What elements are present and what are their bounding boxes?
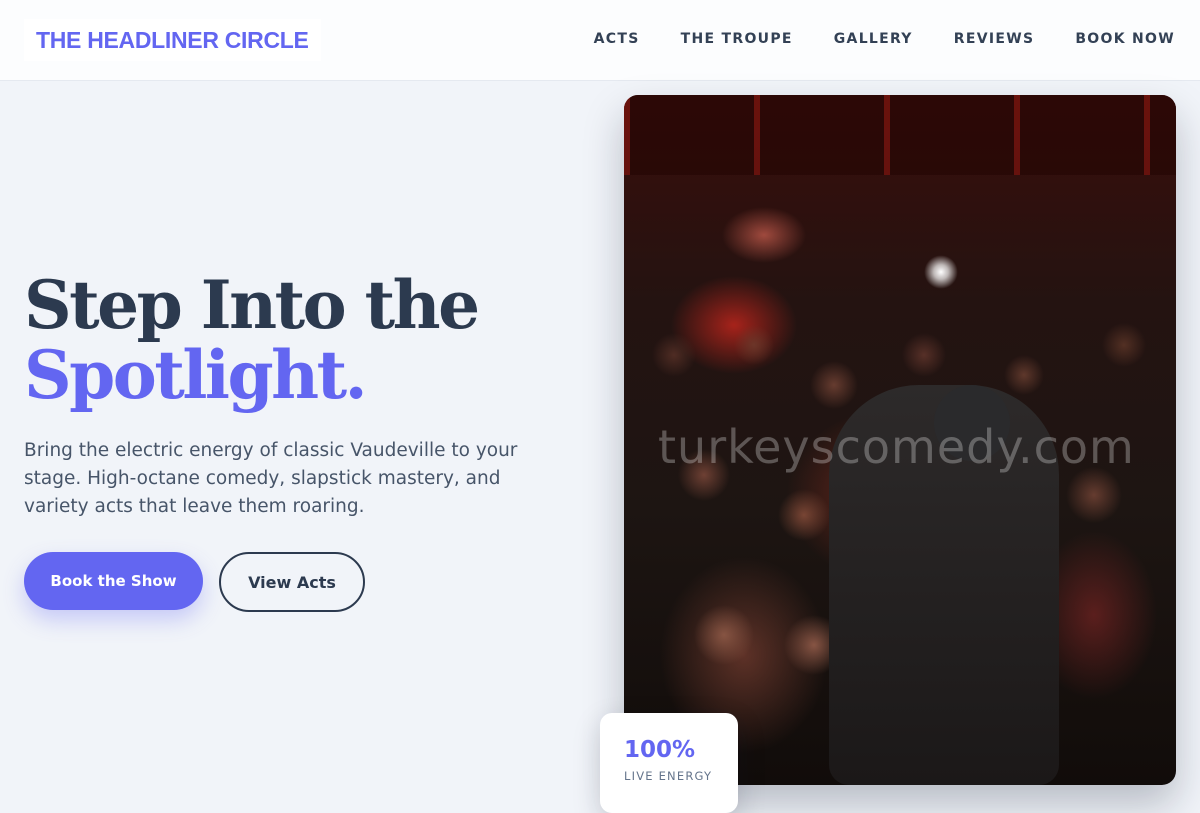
photo-stage-rafters (624, 95, 1176, 175)
nav-link-acts[interactable]: ACTS (594, 30, 640, 48)
nav-link-the-troupe[interactable]: THE TROUPE (681, 30, 793, 48)
hero-photo: turkeyscomedy.com (624, 95, 1176, 785)
view-acts-button[interactable]: View Acts (219, 552, 365, 612)
photo-phone-light (924, 255, 958, 289)
hero-title-line1: Step Into the (24, 266, 480, 344)
nav-links: ACTS THE TROUPE GALLERY REVIEWS BOOK NOW (594, 30, 1175, 48)
brand-logo[interactable]: THE HEADLINER CIRCLE (24, 19, 321, 61)
stat-label: LIVE ENERGY (624, 769, 713, 783)
book-the-show-button[interactable]: Book the Show (24, 552, 203, 610)
hero-title-accent: Spotlight. (24, 336, 368, 414)
hero-subtitle: Bring the electric energy of classic Vau… (24, 440, 518, 517)
top-navigation: THE HEADLINER CIRCLE ACTS THE TROUPE GAL… (0, 0, 1200, 81)
nav-link-reviews[interactable]: REVIEWS (954, 30, 1035, 48)
photo-watermark: turkeyscomedy.com (658, 420, 1135, 474)
hero-title: Step Into the Spotlight. (24, 266, 480, 414)
stat-value: 100% (624, 737, 696, 763)
nav-link-book-now[interactable]: BOOK NOW (1075, 30, 1175, 48)
stat-card: 100% LIVE ENERGY (600, 713, 738, 813)
nav-link-gallery[interactable]: GALLERY (834, 30, 913, 48)
